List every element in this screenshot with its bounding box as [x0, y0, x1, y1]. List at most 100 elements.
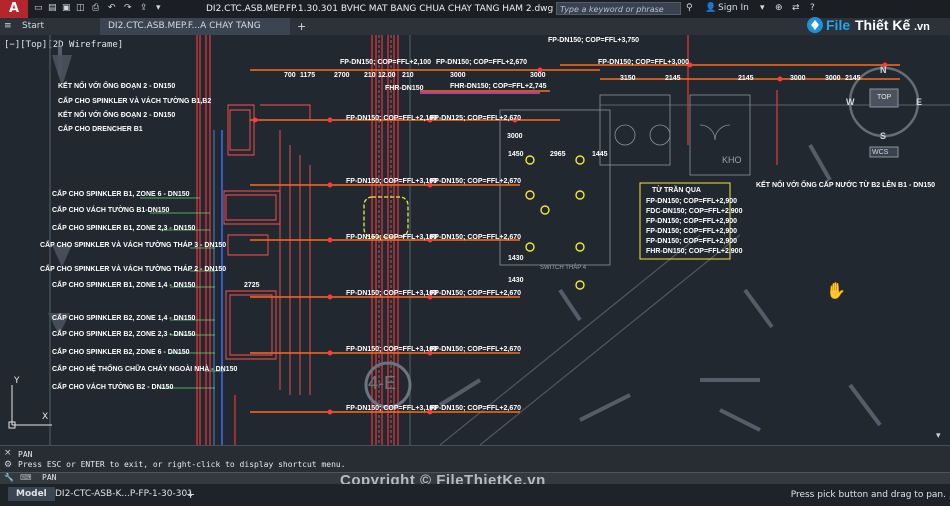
annotation-left: CẤP CHO VÁCH TƯỜNG B1-DN150: [52, 207, 170, 214]
annotation-left: CẤP CHO VÁCH TƯỜNG B2 - DN150: [52, 384, 174, 391]
annotation-left: CẤP CHO SPINKLER B1, ZONE 1,4 - DN150: [52, 282, 196, 289]
dimension: 2145: [738, 75, 754, 82]
pipe-label: FP-DN150; COP=FFL+3,100: [346, 405, 438, 412]
layout-tab[interactable]: DI2-CTC-ASB-K...P-FP-1-30-301: [55, 489, 193, 499]
dimension: 210: [364, 72, 376, 79]
pipe-label: FP-DN150; COP=FFL+2,100: [346, 115, 438, 122]
pipe-label: FP-DN150; COP=FFL+3,100: [346, 346, 438, 353]
dimension: 2145: [665, 75, 681, 82]
annotation-left: CẤP CHO SPINKLER B2, ZONE 6 - DN150: [52, 349, 190, 356]
dimension: 3000: [507, 133, 523, 140]
drawing-annotations: KẾT NỐI VỚI ỐNG ĐOẠN 2 - DN150 CẤP CHO S…: [0, 35, 950, 445]
status-bar: Model DI2-CTC-ASB-K...P-FP-1-30-301 + Pr…: [0, 484, 950, 506]
print-icon[interactable]: ⎙: [92, 3, 99, 13]
riser-box-line: FP-DN150; COP=FFL+2,900: [646, 228, 738, 235]
brand-logo: File Thiết Kế .vn: [806, 14, 946, 36]
dimension: 3000: [450, 72, 466, 79]
pipe-label: FP-DN150; COP=FFL+3,100: [346, 234, 438, 241]
dimension: 2965: [550, 151, 566, 158]
dimension: 3000: [790, 75, 806, 82]
riser-box-line: FHR-DN150; COP=FFL+2,900: [646, 248, 743, 255]
room-label: KHO: [722, 155, 742, 165]
pipe-label: FP-DN150; COP=FFL+2,100: [340, 59, 432, 66]
viewcube-top[interactable]: TOP: [877, 94, 891, 101]
dimension: 2700: [334, 72, 350, 79]
redo-icon[interactable]: ↷: [124, 3, 132, 13]
help-icon[interactable]: ?: [810, 3, 815, 13]
close-icon[interactable]: ×: [4, 448, 12, 458]
drawing-canvas[interactable]: [−][Top][2D Wireframe] Y X KẾT NỐI VỚI Ố…: [0, 35, 950, 445]
open-icon[interactable]: ▤: [48, 3, 57, 13]
sign-in-button[interactable]: Sign In: [718, 3, 749, 13]
command-prompt-icon[interactable]: ⌨: [20, 473, 32, 482]
new-icon[interactable]: ▭: [34, 3, 43, 13]
scroll-down-icon[interactable]: ▾: [936, 431, 941, 441]
menu-icon[interactable]: ≡: [4, 21, 12, 31]
pipe-label: FP-DN150; COP=FFL+3,100: [346, 178, 438, 185]
pipe-label: FP-DN150; COP=FFL+3,750: [548, 37, 640, 44]
document-title: DI2.CTC.ASB.MEP.FP.1.30.301 BVHC MAT BAN…: [206, 4, 554, 14]
viewcube-north[interactable]: N: [880, 65, 887, 75]
annotation-left: CẤP CHO SPINKLER VÀ VÁCH TƯỜNG THÁP 2 - …: [40, 266, 227, 273]
user-icon[interactable]: 👤: [705, 3, 716, 13]
pipe-label: FP-DN125; COP=FFL+2,670: [430, 115, 522, 122]
dimension: 2145: [845, 75, 861, 82]
dimension: 1430: [508, 277, 524, 284]
annotation-left: CẤP CHO SPINKLER VÀ VÁCH TƯỜNG THÁP 3 - …: [40, 242, 227, 249]
cart-icon[interactable]: ⊕: [775, 3, 783, 13]
annotation-left: CẤP CHO SPINKLER B1, ZONE 6 - DN150: [52, 191, 190, 198]
dimension: 210: [402, 72, 414, 79]
add-layout-button[interactable]: +: [186, 488, 195, 501]
connection-note: KẾT NỐI VỚI ỐNG CẤP NƯỚC TỪ B2 LÊN B1 - …: [756, 182, 936, 189]
riser-box-line: FDC-DN150; COP=FFL+2,900: [646, 208, 743, 215]
viewcube-west[interactable]: W: [846, 97, 855, 107]
dimension: 3000: [530, 72, 546, 79]
pipe-label: FP-DN150; COP=FFL+2,670: [430, 405, 522, 412]
pipe-label: FP-DN150; COP=FFL+2,670: [430, 178, 522, 185]
tab-start[interactable]: Start: [14, 18, 99, 35]
command-line-1: PAN: [18, 450, 33, 459]
annotation-left: CẤP CHO SPINKLER VÀ VÁCH TƯỜNG B1,B2: [58, 98, 212, 105]
brand-text-3: .vn: [914, 21, 930, 33]
exchange-icon[interactable]: ⇄: [792, 3, 800, 13]
riser-box-line: FP-DN150; COP=FFL+2,900: [646, 198, 738, 205]
model-tab[interactable]: Model: [8, 487, 55, 501]
annotation-left: CẤP CHO SPINKLER B2, ZONE 2,3 - DN150: [52, 331, 196, 338]
new-tab-icon[interactable]: +: [297, 20, 306, 33]
status-message: Press pick button and drag to pan.: [790, 490, 946, 500]
grid-bubble-label: 4-E: [368, 373, 397, 393]
autocad-logo-button[interactable]: A: [0, 0, 28, 18]
command-history: × ⚙ PAN Press ESC or ENTER to exit, or r…: [0, 445, 950, 473]
dropdown-icon[interactable]: ▾: [156, 3, 161, 13]
viewcube-south[interactable]: S: [880, 131, 886, 141]
riser-box-title: TỪ TRẦN QUA: [652, 187, 701, 194]
save-icon[interactable]: ▣: [62, 3, 71, 13]
wrench-icon[interactable]: 🔧: [4, 473, 14, 482]
annotation-left: KẾT NỐI VỚI ỐNG ĐOẠN 2 - DN150: [58, 83, 176, 90]
pipe-label: FHR-DN150; COP=FFL+2,745: [450, 83, 547, 90]
pipe-label: FP-DN150; COP=FFL+3,000: [598, 59, 690, 66]
command-input[interactable]: PAN: [42, 473, 56, 482]
dimension: 1430: [508, 255, 524, 262]
customize-icon[interactable]: ⚙: [4, 460, 12, 470]
share-icon[interactable]: ⇪: [140, 3, 148, 13]
tab-drawing[interactable]: DI2.CTC.ASB.MEP.F...A CHAY TANG HAM 2*×: [100, 18, 290, 48]
binoculars-icon[interactable]: ⚲: [686, 3, 693, 13]
dimension: 2725: [244, 282, 260, 289]
pipe-label: FHR-DN150: [385, 85, 424, 92]
pipe-label: FP-DN150; COP=FFL+2,670: [430, 346, 522, 353]
brand-text-1: File: [826, 17, 850, 33]
viewcube-east[interactable]: E: [916, 97, 922, 107]
dimension: 1445: [592, 151, 608, 158]
annotation-left: CẤP CHO HỆ THỐNG CHỮA CHÁY NGOÀI NHÀ - D…: [52, 366, 238, 373]
saveas-icon[interactable]: ◫: [76, 3, 85, 13]
undo-icon[interactable]: ↶: [108, 3, 116, 13]
annotation-left: CẤP CHO SPINKLER B2, ZONE 1,4 - DN150: [52, 315, 196, 322]
pipe-label: FP-DN150; COP=FFL+3,100: [346, 290, 438, 297]
sign-in-dropdown-icon[interactable]: ▾: [760, 3, 765, 13]
wcs-menu[interactable]: WCS: [872, 149, 888, 156]
search-input[interactable]: Type a keyword or phrase: [556, 2, 681, 15]
pipe-label: FP-DN150; COP=FFL+2,670: [436, 59, 528, 66]
dimension: 1450: [508, 151, 524, 158]
brand-text-2: Thiết Kế: [855, 17, 910, 33]
